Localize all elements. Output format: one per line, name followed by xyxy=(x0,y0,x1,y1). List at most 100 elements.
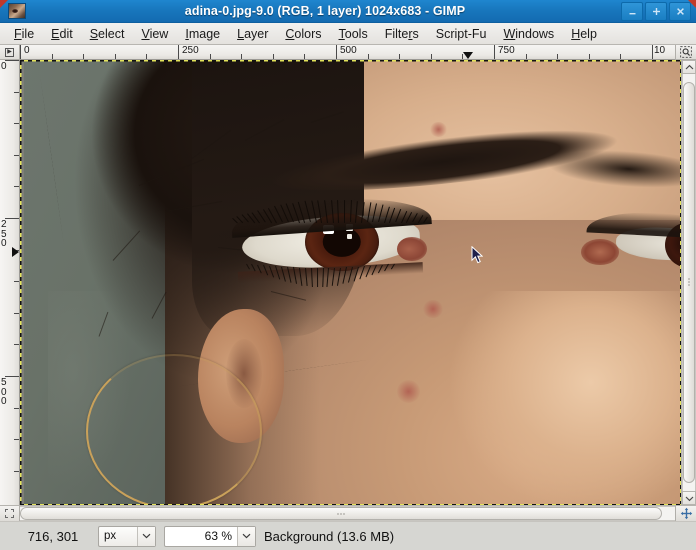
eyelash-lower xyxy=(321,268,324,288)
quick-mask-icon xyxy=(5,509,14,518)
photo-earring xyxy=(86,353,262,505)
eye-catchlight-3 xyxy=(346,234,353,240)
vertical-scrollbar[interactable] xyxy=(681,60,696,505)
ruler-label: 250 xyxy=(1,219,7,249)
menu-windows[interactable]: Windows xyxy=(495,25,563,43)
eye2-tear-duct xyxy=(581,238,619,266)
menu-label: Help xyxy=(571,26,597,41)
menu-label: File xyxy=(14,26,35,41)
ruler-label: 0 xyxy=(24,45,30,56)
ruler-tick xyxy=(14,439,19,440)
menu-script-fu[interactable]: Script-Fu xyxy=(428,25,496,43)
eye-tear-duct xyxy=(397,236,427,261)
ruler-tick xyxy=(304,54,305,59)
maximize-button[interactable] xyxy=(645,2,667,21)
ruler-tick xyxy=(14,313,19,314)
quick-mask-button[interactable] xyxy=(0,506,20,521)
status-bar: 716, 301 px 63 % Background (13.6 MB) xyxy=(0,521,696,550)
ruler-tick xyxy=(557,54,558,59)
horizontal-ruler-row: ▶ 0 250 500 750 10 xyxy=(0,45,696,60)
vertical-scroll-thumb[interactable] xyxy=(683,82,695,483)
menu-colors[interactable]: Colors xyxy=(277,25,330,43)
ruler-tick xyxy=(178,45,179,59)
menu-bar: File Edit Select View Image Layer Colors Tools F… xyxy=(0,23,696,45)
chevron-down-icon xyxy=(142,533,151,539)
minimize-icon xyxy=(629,13,635,15)
menu-label: Tools xyxy=(338,26,368,41)
ruler-position-marker xyxy=(463,52,473,59)
vertical-ruler[interactable]: 0 250 500 xyxy=(0,60,20,505)
menu-layer[interactable]: Layer xyxy=(229,25,277,43)
ruler-tick xyxy=(526,54,527,59)
menu-label: Image xyxy=(185,26,221,41)
gimp-window: adina-0.jpg-9.0 (RGB, 1 layer) 1024x683 … xyxy=(0,0,696,550)
ruler-tick xyxy=(336,45,337,59)
ruler-tick xyxy=(620,54,621,59)
ruler-tick xyxy=(14,408,19,409)
eyelash-lower xyxy=(316,268,318,288)
ruler-tick xyxy=(14,471,19,472)
minimize-button[interactable] xyxy=(621,2,643,21)
canvas-left-edge xyxy=(20,60,24,505)
horizontal-ruler[interactable]: 0 250 500 750 10 xyxy=(20,45,675,60)
close-button[interactable] xyxy=(669,2,691,21)
eyelash-lower xyxy=(245,263,250,270)
menu-arrow-icon: ▶ xyxy=(5,47,14,57)
ruler-label: 500 xyxy=(340,45,357,56)
navigation-button[interactable] xyxy=(675,506,696,521)
unit-dropdown-arrow[interactable] xyxy=(137,526,155,546)
unit-value: px xyxy=(104,530,117,542)
menu-select[interactable]: Select xyxy=(82,25,134,43)
menu-tools[interactable]: Tools xyxy=(331,25,377,43)
menu-label: Edit xyxy=(51,26,73,41)
ruler-tick xyxy=(399,54,400,59)
chevron-down-icon xyxy=(242,533,251,539)
ruler-tick xyxy=(368,54,369,59)
horizontal-scroll-track[interactable] xyxy=(20,506,675,521)
menu-file[interactable]: File xyxy=(6,25,43,43)
zoom-dropdown-arrow[interactable] xyxy=(237,526,255,546)
ruler-label: 750 xyxy=(498,45,515,56)
ruler-tick xyxy=(52,54,53,59)
image-editor-area: ▶ 0 250 500 750 10 0 250 500 xyxy=(0,45,696,521)
ruler-tick xyxy=(494,45,495,59)
horizontal-scrollbar[interactable] xyxy=(20,506,675,521)
image-menu-button[interactable]: ▶ xyxy=(0,45,20,60)
ruler-tick xyxy=(5,60,19,61)
ruler-tick xyxy=(431,54,432,59)
scroll-up-button[interactable] xyxy=(682,60,696,74)
ruler-label: 500 xyxy=(1,377,7,407)
horizontal-scroll-thumb[interactable] xyxy=(20,507,662,520)
menu-image[interactable]: Image xyxy=(177,25,229,43)
menu-help[interactable]: Help xyxy=(563,25,606,43)
maximize-icon xyxy=(652,8,660,15)
ruler-position-marker xyxy=(12,247,19,257)
scroll-down-button[interactable] xyxy=(682,491,696,505)
ruler-tick xyxy=(146,54,147,59)
ruler-tick xyxy=(5,376,19,377)
ruler-tick xyxy=(14,281,19,282)
canvas-row: 0 250 500 xyxy=(0,60,696,505)
ruler-tick xyxy=(20,45,21,59)
scroll-grip-icon xyxy=(336,512,346,515)
zoom-fit-icon xyxy=(680,46,692,58)
ruler-tick xyxy=(14,186,19,187)
menu-label: Filters xyxy=(384,26,419,41)
zoom-follow-window-button[interactable] xyxy=(675,45,696,60)
ruler-tick xyxy=(210,54,211,59)
zoom-select[interactable]: 63 % xyxy=(164,525,256,547)
menu-filters[interactable]: Filters xyxy=(377,25,428,43)
ruler-tick xyxy=(5,218,19,219)
menu-edit[interactable]: Edit xyxy=(43,25,82,43)
ruler-label: 0 xyxy=(1,61,7,72)
menu-label: Colors xyxy=(285,26,322,41)
status-message: Background (13.6 MB) xyxy=(264,528,395,544)
vertical-scroll-track[interactable] xyxy=(682,74,696,491)
ruler-label: 10 xyxy=(654,45,666,56)
photo-eye-main xyxy=(229,192,432,288)
unit-select[interactable]: px xyxy=(98,525,156,547)
image-canvas[interactable] xyxy=(20,60,681,505)
cursor-position: 716, 301 xyxy=(27,528,79,544)
menu-view[interactable]: View xyxy=(133,25,177,43)
menu-label: Select xyxy=(89,26,125,41)
